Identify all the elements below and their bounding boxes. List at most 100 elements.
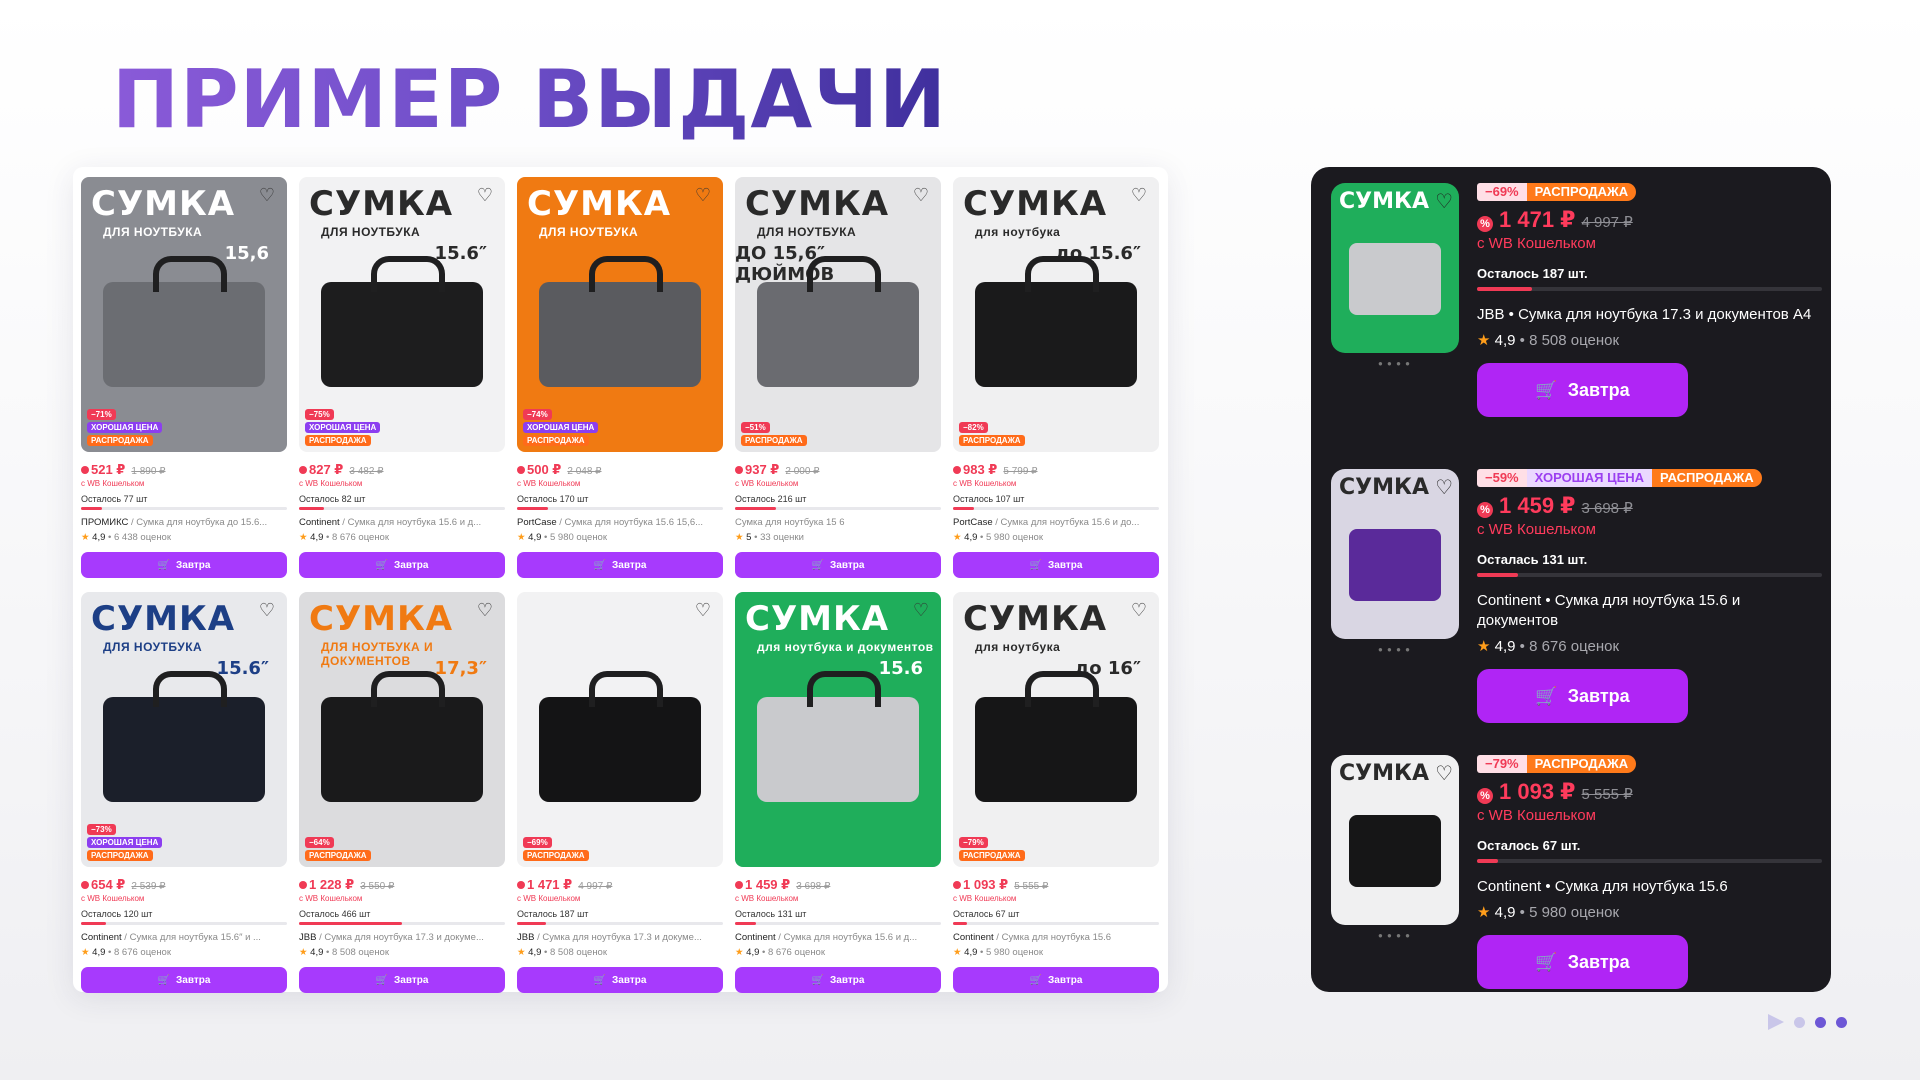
buy-tomorrow-button[interactable]: 🛒 Завтра <box>299 552 505 578</box>
heart-icon[interactable]: ♡ <box>911 600 931 620</box>
product-image[interactable]: СУМКА ДЛЯ НОУТБУКА 15,6 ♡ −71% ХОРОШАЯ Ц… <box>81 177 287 452</box>
heart-icon[interactable]: ♡ <box>1435 475 1453 500</box>
stock-fill <box>953 922 968 925</box>
wb-wallet-icon: % <box>1477 216 1493 232</box>
star-icon: ★ <box>81 532 90 543</box>
product-name[interactable]: Continent / Сумка для ноутбука 15.6″ и .… <box>81 932 287 943</box>
product-name[interactable]: ПРОМИКС / Сумка для ноутбука до 15.6... <box>81 517 287 528</box>
price-row: 937 ₽ 2 000 ₽ <box>735 462 941 478</box>
product-image[interactable]: СУМКА ДЛЯ НОУТБУКА 15.6″ ♡ −75% ХОРОШАЯ … <box>299 177 505 452</box>
heart-icon[interactable]: ♡ <box>475 600 495 620</box>
star-icon: ★ <box>735 532 744 543</box>
heart-icon[interactable]: ♡ <box>1129 185 1149 205</box>
buy-tomorrow-button[interactable]: 🛒 Завтра <box>299 967 505 993</box>
wb-wallet-icon <box>517 881 525 889</box>
buy-tomorrow-button[interactable]: 🛒 Завтра <box>1477 669 1688 723</box>
old-price: 2 000 ₽ <box>785 466 820 477</box>
rating: ★ 4,9 • 8 508 оценок <box>299 947 389 958</box>
product-name[interactable]: Сумка для ноутбука 15 6 <box>735 517 941 528</box>
thumb-subheading: для ноутбука <box>975 640 1061 654</box>
wb-wallet-icon <box>517 466 525 474</box>
wallet-label: с WB Кошельком <box>517 479 581 488</box>
product-image[interactable]: СУМКА ДЛЯ НОУТБУКА ДО 15,6″ ДЮЙМОВ ♡ −51… <box>735 177 941 452</box>
product-image[interactable]: СУМКА ♡ <box>1331 755 1459 925</box>
heart-icon[interactable]: ♡ <box>1435 761 1453 786</box>
discount-badge: −69% <box>523 837 552 848</box>
product-name[interactable]: Continent / Сумка для ноутбука 15.6 <box>953 932 1159 943</box>
buy-tomorrow-button[interactable]: 🛒 Завтра <box>1477 935 1688 989</box>
thumb-size-label: 15.6 <box>878 658 923 679</box>
price: 1 471 ₽ <box>517 877 572 893</box>
thumb-subheading: для ноутбука <box>975 225 1061 239</box>
thumb-heading: СУМКА <box>309 599 454 639</box>
product-name[interactable]: PortCase / Сумка для ноутбука 15.6 и до.… <box>953 517 1159 528</box>
buy-tomorrow-button[interactable]: 🛒 Завтра <box>1477 363 1688 417</box>
heart-icon[interactable]: ♡ <box>693 185 713 205</box>
old-price: 4 997 ₽ <box>1581 214 1633 231</box>
heart-icon[interactable]: ♡ <box>475 185 495 205</box>
pager-dot[interactable] <box>1815 1016 1826 1028</box>
product-card[interactable]: СУМКА ДЛЯ НОУТБУКА 15,6 ♡ −71% ХОРОШАЯ Ц… <box>81 177 287 578</box>
list-item[interactable]: СУМКА ♡ ● ● ● ● −69% РАСПРОДАЖА % 1 471 … <box>1311 175 1831 461</box>
product-card[interactable]: СУМКА для ноутбука до 15.6″ ♡ −82% РАСПР… <box>953 177 1159 578</box>
product-image[interactable]: СУМКА ДЛЯ НОУТБУКА 15.6″ ♡ −73% ХОРОШАЯ … <box>81 592 287 867</box>
product-card[interactable]: СУМКА для ноутбука и документов 15.6 ♡ 1… <box>735 592 941 993</box>
product-image[interactable]: СУМКА для ноутбука и документов 15.6 ♡ <box>735 592 941 867</box>
product-image[interactable]: СУМКА для ноутбука до 15.6″ ♡ −82% РАСПР… <box>953 177 1159 452</box>
buy-tomorrow-button[interactable]: 🛒 Завтра <box>81 967 287 993</box>
heart-icon[interactable]: ♡ <box>257 185 277 205</box>
product-name[interactable]: Continent / Сумка для ноутбука 15.6 и д.… <box>735 932 941 943</box>
stock-left: Осталось 216 шт <box>735 494 807 504</box>
product-image[interactable]: СУМКА ДЛЯ НОУТБУКА И ДОКУМЕНТОВ 17,3″ ♡ … <box>299 592 505 867</box>
product-card[interactable]: ♡ −69% РАСПРОДАЖА 1 471 ₽ 4 997 ₽ с WB К… <box>517 592 723 993</box>
buy-tomorrow-button[interactable]: 🛒 Завтра <box>735 967 941 993</box>
product-image[interactable]: СУМКА ♡ <box>1331 469 1459 639</box>
product-name[interactable]: Continent • Сумка для ноутбука 15.6 <box>1477 877 1822 897</box>
stock-fill <box>517 507 548 510</box>
product-card[interactable]: СУМКА ДЛЯ НОУТБУКА И ДОКУМЕНТОВ 17,3″ ♡ … <box>299 592 505 993</box>
rating: ★ 4,9 • 8 676 оценок <box>81 947 171 958</box>
heart-icon[interactable]: ♡ <box>693 600 713 620</box>
buy-tomorrow-button[interactable]: 🛒 Завтра <box>953 967 1159 993</box>
buy-tomorrow-button[interactable]: 🛒 Завтра <box>735 552 941 578</box>
product-image[interactable]: СУМКА ДЛЯ НОУТБУКА ♡ −74% ХОРОШАЯ ЦЕНА Р… <box>517 177 723 452</box>
thumb-subheading: ДЛЯ НОУТБУКА <box>321 225 421 239</box>
cart-icon: 🛒 <box>1029 559 1043 571</box>
product-card[interactable]: СУМКА ДЛЯ НОУТБУКА ДО 15,6″ ДЮЙМОВ ♡ −51… <box>735 177 941 578</box>
buy-tomorrow-button[interactable]: 🛒 Завтра <box>81 552 287 578</box>
product-name[interactable]: PortCase / Сумка для ноутбука 15.6 15,6.… <box>517 517 723 528</box>
product-image[interactable]: СУМКА для ноутбука до 16″ ♡ −79% РАСПРОД… <box>953 592 1159 867</box>
price: 1 459 ₽ <box>735 877 790 893</box>
buy-tomorrow-button[interactable]: 🛒 Завтра <box>517 967 723 993</box>
heart-icon[interactable]: ♡ <box>1129 600 1149 620</box>
product-name[interactable]: JBB / Сумка для ноутбука 17.3 и докуме..… <box>299 932 505 943</box>
stock-bar <box>953 507 1159 510</box>
pager-dot[interactable] <box>1836 1016 1847 1028</box>
discount-badge: −79% <box>1477 755 1527 773</box>
product-name[interactable]: JBB / Сумка для ноутбука 17.3 и докуме..… <box>517 932 723 943</box>
product-name[interactable]: Continent / Сумка для ноутбука 15.6 и д.… <box>299 517 505 528</box>
product-card[interactable]: СУМКА ДЛЯ НОУТБУКА 15.6″ ♡ −73% ХОРОШАЯ … <box>81 592 287 993</box>
pager-dot[interactable] <box>1794 1016 1805 1028</box>
product-image[interactable]: СУМКА ♡ <box>1331 183 1459 353</box>
rating: ★ 4,9 • 5 980 оценок <box>953 532 1043 543</box>
product-name[interactable]: Continent • Сумка для ноутбука 15.6 и до… <box>1477 591 1822 631</box>
price: 937 ₽ <box>735 462 779 478</box>
rating: ★ 4,9 • 5 980 оценок <box>953 947 1043 958</box>
product-card[interactable]: СУМКА ДЛЯ НОУТБУКА 15.6″ ♡ −75% ХОРОШАЯ … <box>299 177 505 578</box>
heart-icon[interactable]: ♡ <box>1435 189 1453 214</box>
buy-tomorrow-button[interactable]: 🛒 Завтра <box>517 552 723 578</box>
product-card[interactable]: СУМКА для ноутбука до 16″ ♡ −79% РАСПРОД… <box>953 592 1159 993</box>
stock-fill <box>81 507 102 510</box>
price: 827 ₽ <box>299 462 343 478</box>
heart-icon[interactable]: ♡ <box>257 600 277 620</box>
product-name[interactable]: JBB • Сумка для ноутбука 17.3 и документ… <box>1477 305 1822 325</box>
play-arrow-icon[interactable] <box>1768 1014 1784 1030</box>
heart-icon[interactable]: ♡ <box>911 185 931 205</box>
list-item[interactable]: СУМКА ♡ ● ● ● ● −79% РАСПРОДАЖА % 1 093 … <box>1311 747 1831 1033</box>
product-card[interactable]: СУМКА ДЛЯ НОУТБУКА ♡ −74% ХОРОШАЯ ЦЕНА Р… <box>517 177 723 578</box>
star-icon: ★ <box>953 947 962 958</box>
product-image[interactable]: ♡ −69% РАСПРОДАЖА <box>517 592 723 867</box>
buy-tomorrow-button[interactable]: 🛒 Завтра <box>953 552 1159 578</box>
list-item[interactable]: СУМКА ♡ ● ● ● ● −59% ХОРОШАЯ ЦЕНА РАСПРО… <box>1311 461 1831 747</box>
